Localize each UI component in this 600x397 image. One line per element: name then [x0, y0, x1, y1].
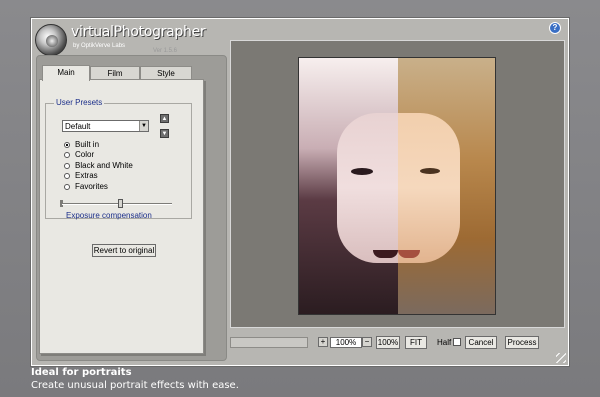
image-preview-frame [230, 40, 565, 328]
exposure-slider[interactable] [62, 203, 172, 205]
processed-half [299, 58, 399, 314]
exposure-slider-thumb[interactable] [118, 199, 124, 208]
tab-main[interactable]: Main [42, 65, 90, 81]
radio-label: Favorites [75, 182, 108, 191]
preview-image [298, 57, 496, 315]
radio-button-icon [64, 163, 70, 169]
zoom-out-button[interactable]: − [362, 337, 372, 347]
preset-dropdown[interactable]: Default ▼ [62, 120, 149, 132]
process-button[interactable]: Process [505, 336, 539, 349]
original-half [398, 58, 495, 314]
radio-button-icon [64, 142, 70, 148]
progress-bar [230, 337, 308, 348]
half-label: Half [437, 338, 452, 347]
fit-button[interactable]: FIT [405, 336, 427, 349]
radio-label: Extras [75, 171, 98, 180]
revert-button[interactable]: Revert to original [92, 244, 156, 257]
radio-black-and-white[interactable]: Black and White [64, 161, 133, 171]
radio-label: Built in [75, 140, 100, 149]
preset-dropdown-value: Default [65, 122, 91, 131]
chevron-down-icon[interactable]: ▼ [139, 121, 148, 131]
radio-extras[interactable]: Extras [64, 171, 98, 181]
radio-button-icon [64, 184, 70, 190]
exposure-label: Exposure compensation [66, 211, 152, 220]
radio-built-in[interactable]: Built in [64, 140, 99, 150]
radio-favorites[interactable]: Favorites [64, 182, 108, 192]
app-subtitle: by OptikVerve Labs [73, 43, 126, 49]
user-presets-label: User Presets [54, 98, 105, 107]
radio-label: Black and White [75, 161, 133, 170]
move-down-icon[interactable]: ▼ [160, 129, 169, 138]
half-checkbox[interactable] [453, 338, 461, 346]
caption-title: Ideal for portraits [31, 367, 132, 378]
app-title: virtualPhotographer [71, 24, 206, 40]
radio-button-icon [64, 152, 70, 158]
zoom-field[interactable]: 100% [330, 337, 362, 348]
tab-style[interactable]: Style [140, 66, 192, 80]
resize-grip-icon[interactable] [556, 353, 566, 363]
cancel-button[interactable]: Cancel [465, 336, 497, 349]
tab-film[interactable]: Film [90, 66, 140, 80]
radio-color[interactable]: Color [64, 150, 94, 160]
lens-logo-icon [35, 24, 67, 56]
zoom-100-button[interactable]: 100% [376, 336, 400, 349]
app-version: Ver 1.5.6 [153, 48, 178, 54]
app-window: virtualPhotographer by OptikVerve Labs V… [31, 18, 569, 366]
zoom-in-button[interactable]: + [318, 337, 328, 347]
radio-label: Color [75, 150, 95, 159]
move-up-icon[interactable]: ▲ [160, 114, 169, 123]
caption-text: Create unusual portrait effects with eas… [31, 380, 239, 391]
help-button[interactable]: ? [549, 22, 561, 34]
radio-button-icon [64, 173, 70, 179]
